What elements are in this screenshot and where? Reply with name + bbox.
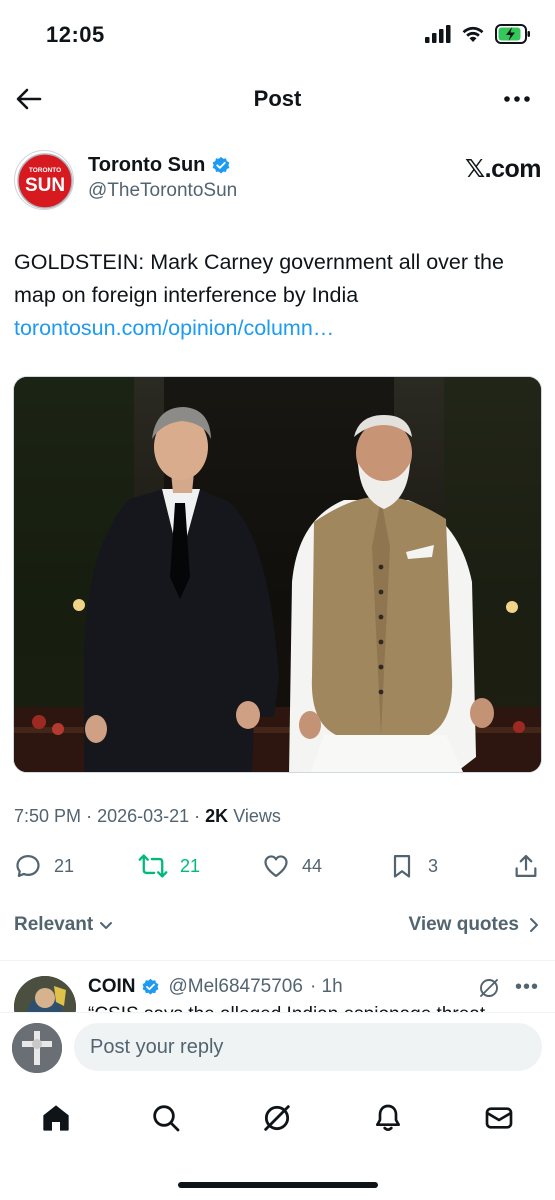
x-com-link[interactable]: 𝕏.com [465,154,542,184]
repost-button[interactable]: 21 [138,852,200,880]
like-count: 44 [302,855,323,876]
repost-icon [138,854,168,878]
svg-text:SUN: SUN [25,175,65,196]
heart-icon [264,855,288,878]
reply-composer [0,1012,555,1082]
reply-button[interactable]: 21 [14,852,74,880]
author-name[interactable]: Toronto Sun [88,154,231,177]
reply-avatar[interactable] [14,976,76,1012]
verified-badge-icon [213,156,230,173]
author-avatar[interactable]: TORONTO SUN [14,150,74,210]
my-avatar-image [12,1023,62,1073]
post-time: 7:50 PM [14,806,82,826]
post-image[interactable] [13,376,542,773]
sort-relevant-dropdown[interactable]: Relevant [14,914,115,936]
meta-separator: · [194,806,206,826]
share-icon [515,854,537,878]
tab-home[interactable] [38,1100,74,1136]
view-quotes-label: View quotes [408,914,519,935]
post-date: 2026-03-21 [97,806,190,826]
battery-charging-icon [495,24,531,49]
author-handle[interactable]: @TheTorontoSun [88,180,237,202]
grok-icon [480,979,498,997]
tab-grok[interactable] [259,1100,295,1136]
reply-author-handle: @Mel68475706 [168,976,303,997]
search-icon [153,1105,180,1132]
post-text: GOLDSTEIN: Mark Carney government all ov… [14,250,504,307]
tab-notifications[interactable] [370,1100,406,1136]
bell-icon [376,1104,400,1131]
status-icons [425,24,531,49]
bookmark-icon [393,854,411,878]
wifi-icon [461,25,485,48]
sort-label: Relevant [14,914,94,935]
reply-count: 21 [54,855,75,876]
status-time: 12:05 [46,22,105,47]
post-actions: 21 21 44 3 [14,852,541,886]
bottom-tab-bar [0,1090,555,1146]
meta-separator: · [86,806,98,826]
bookmark-count: 3 [428,855,439,876]
reply-more-icon[interactable]: ••• [515,976,539,999]
bookmark-button[interactable]: 3 [388,852,438,880]
grok-button[interactable] [477,976,501,1005]
reply-author[interactable]: COIN @Mel68475706 · 1h [88,976,343,998]
status-bar: 12:05 [0,0,555,70]
more-horizontal-icon [504,96,530,102]
replies-sort-row: Relevant View quotes [14,912,541,942]
reply-item[interactable]: COIN @Mel68475706 · 1h “CSIS says the al… [14,966,541,1012]
tab-search[interactable] [148,1100,184,1136]
views-label: Views [233,806,281,826]
reply-avatar-image [14,976,76,1012]
reply-input[interactable] [74,1023,542,1071]
post-author: TORONTO SUN Toronto Sun @TheTorontoSun 𝕏… [14,148,542,212]
grok-icon [264,1105,290,1131]
chevron-right-icon [530,918,538,932]
repost-count: 21 [180,855,201,876]
article-link[interactable]: torontosun.com/opinion/column… [14,312,334,345]
toronto-sun-logo: TORONTO SUN [17,153,73,209]
reply-time: · 1h [309,976,343,997]
share-button[interactable] [512,852,540,880]
svg-text:TORONTO: TORONTO [29,167,61,174]
page-title: Post [253,86,302,111]
reply-text: “CSIS says the alleged Indian espionage … [88,1004,501,1012]
more-options-button[interactable] [501,86,533,112]
like-button[interactable]: 44 [262,852,322,880]
view-quotes-link[interactable]: View quotes [408,914,541,936]
reply-author-name: COIN [88,976,136,997]
verified-badge-icon [142,978,158,995]
reply-bubble-icon [16,854,40,878]
nav-header: Post [0,72,555,126]
home-indicator [178,1182,378,1188]
divider [0,960,555,961]
my-avatar[interactable] [12,1023,62,1073]
photo-two-men-walking [14,377,541,772]
chevron-down-icon [100,922,113,929]
cellular-signal-icon [425,25,451,48]
post-meta: 7:50 PM · 2026-03-21 · 2K Views [14,806,281,827]
mail-icon [485,1107,513,1129]
author-name-text: Toronto Sun [88,154,206,176]
tab-messages[interactable] [481,1100,517,1136]
home-icon [43,1105,69,1131]
views-count: 2K [205,806,229,826]
